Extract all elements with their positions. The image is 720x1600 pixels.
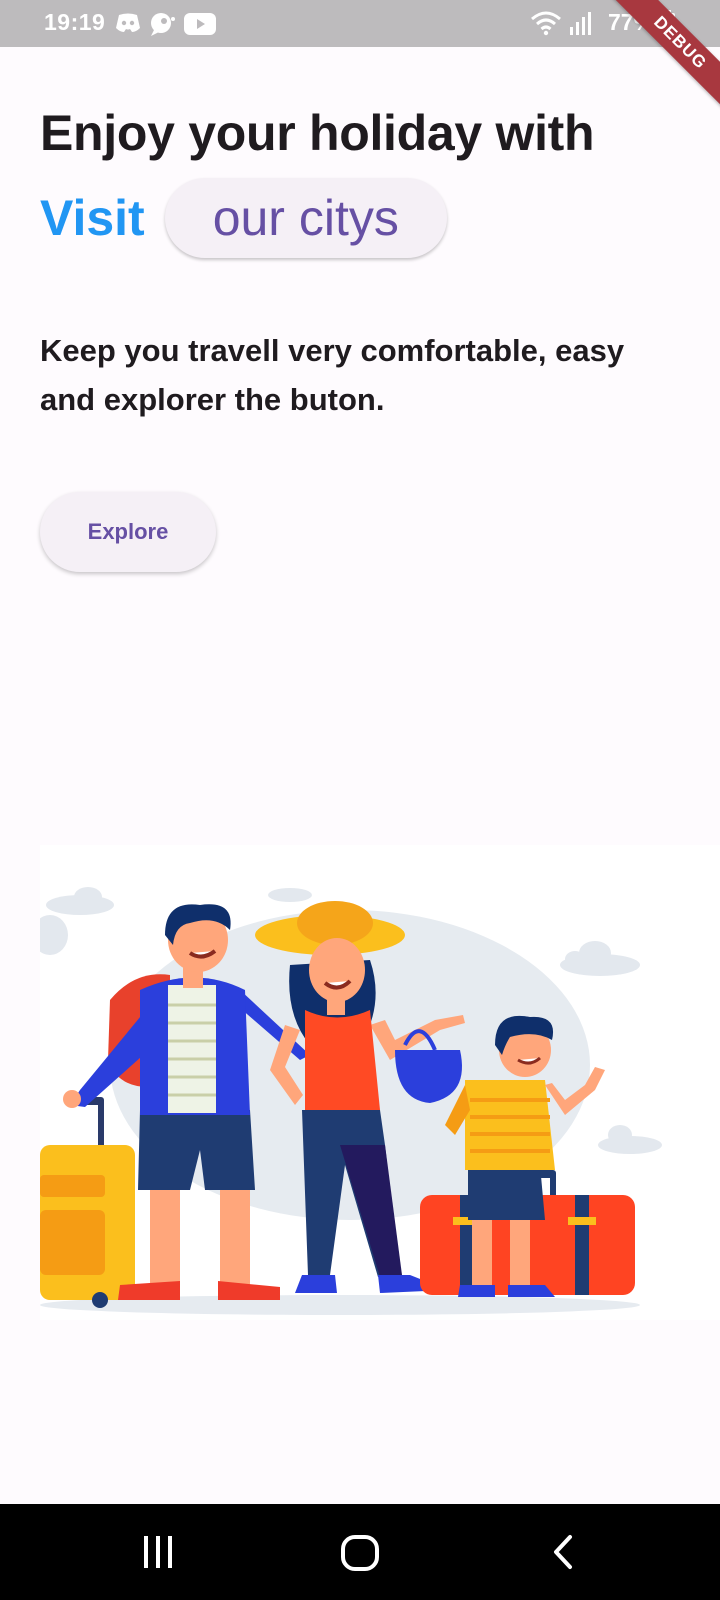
chat-bubble-icon [148,11,176,42]
youtube-icon [184,13,216,40]
visit-word: Visit [40,190,145,246]
recent-apps-icon[interactable] [138,1534,178,1575]
our-citys-chip[interactable]: our citys [164,178,447,258]
status-time: 19:19 [44,9,106,35]
home-icon[interactable] [340,1534,380,1577]
signal-icon [568,10,594,41]
explore-button[interactable]: Explore [40,492,216,572]
wifi-icon [530,10,562,41]
back-icon[interactable] [548,1534,578,1575]
status-bar: 19:19 77% [0,0,720,47]
yellow-suitcase [40,1097,135,1308]
headline-line-2: Visit our citys [40,178,447,258]
family-travel-illustration [40,845,720,1320]
headline-line-1: Enjoy your holiday with [40,105,595,161]
system-navigation-bar [0,1504,720,1600]
description-text: Keep you travell very comfortable, easy … [40,333,625,417]
discord-icon [114,12,142,39]
